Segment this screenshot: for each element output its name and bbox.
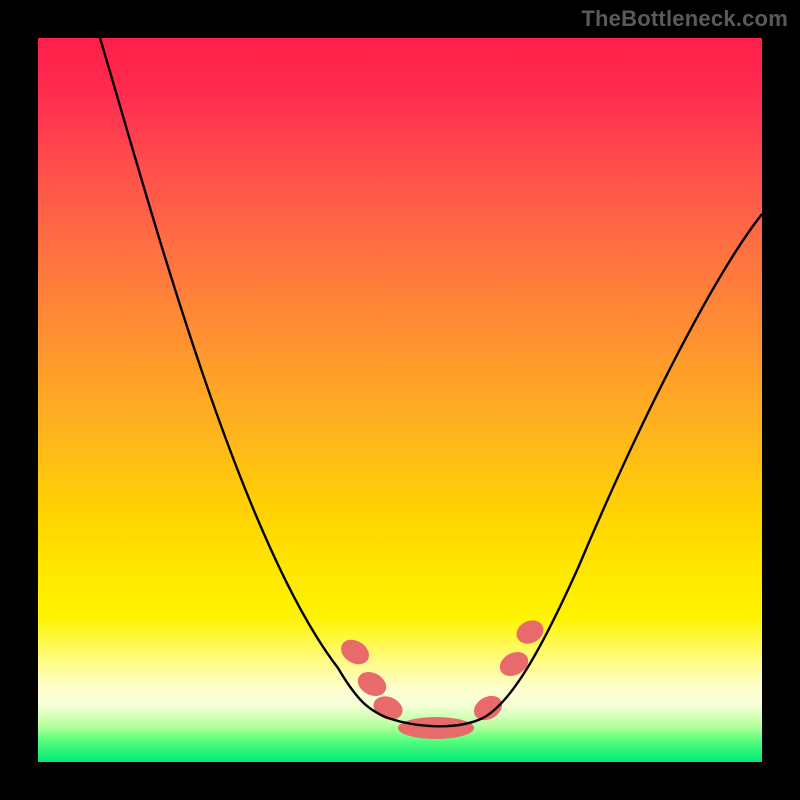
plot-area <box>38 38 762 762</box>
chart-stage: TheBottleneck.com <box>0 0 800 800</box>
marker-1 <box>354 667 391 701</box>
curve-layer <box>38 38 762 762</box>
marker-4 <box>470 691 507 725</box>
marker-5 <box>496 647 533 681</box>
marker-0 <box>336 635 373 670</box>
watermark-text: TheBottleneck.com <box>581 6 788 32</box>
bottleneck-curve <box>100 38 762 726</box>
marker-3 <box>398 717 474 739</box>
marker-group <box>336 616 547 739</box>
